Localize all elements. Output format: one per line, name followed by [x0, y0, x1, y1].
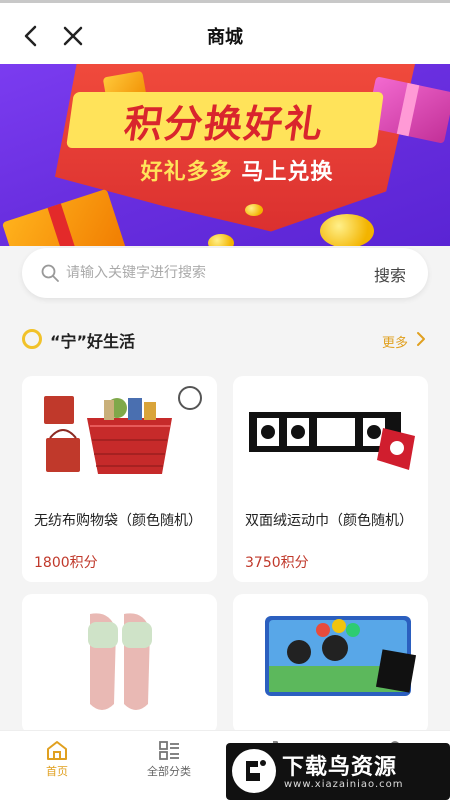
- product-points: 3750积分: [245, 555, 309, 571]
- section-title: “宁”好生活: [50, 332, 136, 351]
- banner-subline: 好礼多多 马上兑换: [112, 154, 362, 186]
- tab-all-categories[interactable]: 全部分类: [124, 731, 214, 800]
- tab-label: 全部分类: [147, 765, 191, 778]
- banner-headline: 积分换好礼: [66, 92, 384, 148]
- search-button[interactable]: 搜索: [374, 262, 406, 286]
- product-card[interactable]: 无纺布购物袋（颜色随机） 1800积分: [22, 376, 217, 582]
- search-input[interactable]: [66, 248, 316, 298]
- chevron-right-icon[interactable]: [414, 330, 428, 348]
- product-name: 无纺布购物袋（颜色随机）: [34, 513, 202, 529]
- watermark-url: www.xiazainiao.com: [284, 779, 404, 790]
- product-image-shopping-bag: [32, 382, 207, 502]
- product-image-slippers: [32, 600, 207, 720]
- product-card[interactable]: 双面绒运动巾（颜色随机） 3750积分: [233, 376, 428, 582]
- product-card[interactable]: [22, 594, 217, 734]
- product-points: 1800积分: [34, 555, 98, 571]
- section-ring-icon: [22, 329, 42, 349]
- product-card[interactable]: [233, 594, 428, 734]
- section-header: “宁”好生活 更多: [22, 326, 428, 352]
- product-name: 双面绒运动巾（颜色随机）: [245, 513, 413, 529]
- page-title: 商城: [207, 27, 243, 48]
- category-icon: [159, 741, 179, 760]
- product-image-towel: [243, 382, 418, 502]
- more-link[interactable]: 更多: [382, 332, 408, 351]
- coin-icon: [208, 234, 234, 246]
- home-icon: [47, 741, 67, 760]
- coin-icon: [245, 204, 263, 216]
- banner-subline-a: 好礼多多: [140, 160, 233, 185]
- watermark-logo-icon: [232, 749, 276, 793]
- promo-banner[interactable]: 积分换好礼 好礼多多 马上兑换: [0, 64, 450, 246]
- coin-icon: [320, 214, 374, 246]
- watermark-title: 下载鸟资源: [282, 755, 398, 780]
- top-bar: 商城: [0, 0, 450, 64]
- search-bar: 搜索: [22, 248, 428, 298]
- tab-home[interactable]: 首页: [12, 731, 102, 800]
- search-icon: [41, 264, 59, 282]
- watermark-overlay: 下载鸟资源 www.xiazainiao.com: [226, 743, 450, 800]
- gift-box-icon: [1, 188, 129, 246]
- banner-subline-b: 马上兑换: [241, 160, 334, 185]
- tab-label: 首页: [46, 765, 68, 778]
- product-image-blanket: [243, 600, 418, 720]
